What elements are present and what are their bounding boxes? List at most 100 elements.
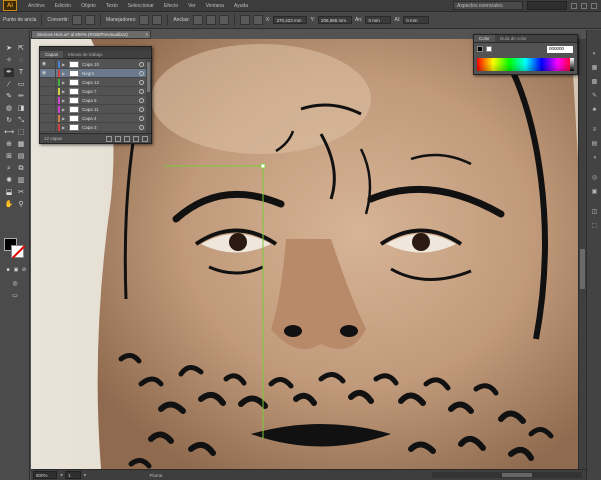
layer-name[interactable]: Capa 11 — [82, 107, 139, 112]
screen-mode-icon[interactable]: ▭ — [10, 292, 20, 301]
x-field[interactable]: 370,423 mm — [273, 16, 308, 24]
layer-target-icon[interactable] — [139, 97, 144, 103]
new-layer-icon[interactable] — [133, 135, 139, 142]
layer-name[interactable]: Capa 5 — [82, 98, 139, 103]
layer-row[interactable]: ▶ Capa 7 — [40, 86, 147, 96]
scale-tool-icon[interactable]: ⤡ — [16, 116, 26, 125]
color-panel-icon[interactable]: ◐ — [590, 50, 599, 58]
layer-row[interactable]: ▶ Capa 3 — [40, 122, 147, 132]
symbol-sprayer-tool-icon[interactable]: ✺ — [4, 176, 14, 185]
menu-archivo[interactable]: Archivo — [23, 3, 50, 9]
prev-artboard-icon[interactable]: ◂ — [60, 472, 62, 478]
layer-name[interactable]: Capa 7 — [82, 89, 139, 94]
connect-anchor-button[interactable] — [205, 15, 216, 25]
lock-toggle[interactable] — [48, 113, 56, 123]
expand-arrow-icon[interactable]: ▶ — [62, 89, 66, 94]
menu-objeto[interactable]: Objeto — [76, 3, 101, 9]
layer-target-icon[interactable] — [139, 106, 144, 112]
eyedropper-tool-icon[interactable]: ⌕ — [4, 164, 14, 173]
black-white-ramp[interactable] — [570, 58, 574, 71]
menu-efecto[interactable]: Efecto — [159, 3, 183, 9]
layer-name[interactable]: Capa 12 — [82, 80, 139, 85]
layer-row[interactable]: ▶ Capa 4 — [40, 113, 147, 123]
document-tab[interactable]: Sinticos Hick.ai* al 800% (RGB/Previsual… — [31, 30, 151, 39]
menu-ayuda[interactable]: Ayuda — [229, 3, 253, 9]
eraser-tool-icon[interactable]: ◨ — [16, 104, 26, 113]
rectangle-tool-icon[interactable]: ▭ — [16, 80, 26, 89]
new-sublayer-icon[interactable] — [124, 135, 130, 142]
layer-target-icon[interactable] — [139, 61, 144, 67]
transform-button[interactable] — [252, 15, 263, 25]
locate-object-icon[interactable] — [106, 135, 112, 142]
hide-handles-button[interactable] — [152, 15, 163, 25]
menu-seleccionar[interactable]: Seleccionar — [123, 3, 159, 9]
none-mode-icon[interactable]: ⊘ — [19, 266, 29, 275]
vertical-scroll-thumb[interactable] — [580, 249, 585, 289]
close-icon[interactable] — [591, 2, 597, 9]
column-graph-tool-icon[interactable]: ▥ — [16, 176, 26, 185]
zoom-tool-icon[interactable]: ⚲ — [16, 200, 26, 209]
expand-arrow-icon[interactable]: ▶ — [62, 98, 66, 103]
remove-anchor-button[interactable] — [192, 15, 203, 25]
anchor-point[interactable] — [260, 163, 266, 169]
lock-toggle[interactable] — [48, 122, 56, 132]
layer-target-icon[interactable] — [139, 79, 144, 85]
gradient-icon[interactable]: ▤ — [590, 140, 599, 148]
line-tool-icon[interactable]: ∕ — [4, 80, 14, 89]
height-field[interactable]: 0 mm — [403, 16, 430, 24]
tab-color-guide[interactable]: Guía de color — [495, 35, 532, 42]
expand-arrow-icon[interactable]: ▶ — [62, 62, 66, 67]
transparency-icon[interactable]: ◑ — [590, 154, 599, 162]
stroke-icon[interactable]: ≡ — [590, 126, 599, 134]
search-input[interactable] — [527, 1, 567, 10]
hand-tool-icon[interactable]: ✋ — [4, 200, 14, 209]
y-field[interactable]: 206,985 mm — [317, 16, 352, 24]
magic-wand-tool-icon[interactable]: ✧ — [4, 56, 14, 65]
lock-toggle[interactable] — [48, 77, 56, 87]
visibility-eye-icon[interactable]: ◉ — [40, 70, 48, 76]
fill-proxy[interactable] — [477, 46, 483, 52]
gradient-tool-icon[interactable]: ▤ — [16, 152, 26, 161]
graphic-styles-icon[interactable]: ▣ — [590, 188, 599, 196]
show-handles-button[interactable] — [139, 15, 150, 25]
cut-path-button[interactable] — [218, 15, 229, 25]
current-tool-text[interactable]: Pluma — [150, 473, 163, 478]
tab-color[interactable]: Color — [474, 35, 495, 42]
convert-corner-button[interactable] — [72, 15, 83, 25]
horizontal-scrollbar[interactable] — [432, 472, 582, 478]
tab-layers[interactable]: Capas — [40, 51, 64, 58]
delete-layer-icon[interactable] — [142, 135, 148, 142]
selection-tool-icon[interactable]: ➤ — [4, 44, 14, 53]
artboard-tool-icon[interactable]: ⬓ — [4, 188, 14, 197]
clipping-mask-icon[interactable] — [115, 135, 121, 142]
appearance-icon[interactable]: ◎ — [590, 174, 599, 182]
layer-row[interactable]: ▶ Capa 12 — [40, 77, 147, 87]
artboards-icon[interactable]: ⬚ — [590, 222, 599, 230]
symbols-icon[interactable]: ♣ — [590, 106, 599, 114]
menu-edicion[interactable]: Edición — [50, 3, 76, 9]
layer-target-icon[interactable] — [139, 70, 144, 76]
free-transform-tool-icon[interactable]: ⬚ — [16, 128, 26, 137]
layer-target-icon[interactable] — [139, 115, 144, 121]
color-spectrum[interactable] — [477, 58, 574, 71]
convert-smooth-button[interactable] — [85, 15, 96, 25]
swatches-icon[interactable]: ▩ — [590, 78, 599, 86]
layers-scrollbar[interactable] — [146, 60, 151, 135]
layer-target-icon[interactable] — [139, 88, 144, 94]
perspective-grid-tool-icon[interactable]: ▦ — [16, 140, 26, 149]
minimize-icon[interactable] — [571, 2, 577, 9]
maximize-icon[interactable] — [581, 2, 587, 9]
width-tool-icon[interactable]: ⟷ — [4, 128, 14, 137]
expand-arrow-icon[interactable]: ▶ — [62, 80, 66, 85]
lock-toggle[interactable] — [48, 68, 56, 78]
tab-artboards[interactable]: Mesas de trabajo — [63, 51, 108, 58]
horizontal-scroll-thumb[interactable] — [502, 473, 532, 477]
layer-row[interactable]: ▶ Capa 11 — [40, 104, 147, 114]
brushes-icon[interactable]: ✎ — [590, 92, 599, 100]
visibility-eye-icon[interactable]: ◉ — [40, 61, 48, 67]
layer-name[interactable]: Capa 10 — [82, 62, 139, 67]
expand-arrow-icon[interactable]: ▶ — [62, 71, 66, 76]
vertical-scrollbar[interactable] — [578, 39, 586, 469]
pencil-tool-icon[interactable]: ✏ — [16, 92, 26, 101]
stroke-swatch[interactable] — [11, 245, 24, 258]
